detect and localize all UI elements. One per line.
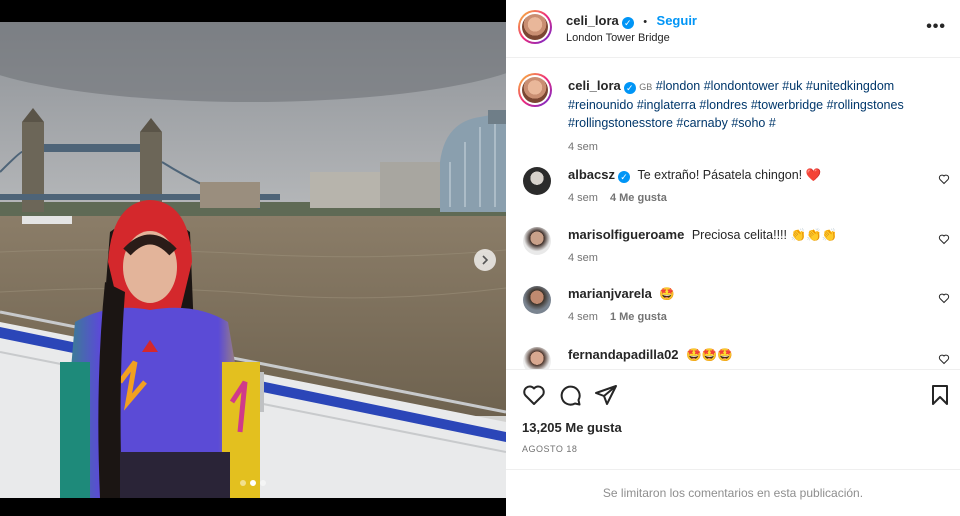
media-panel xyxy=(0,0,506,516)
comment-time: 4 sem xyxy=(568,192,598,204)
carousel-indicator xyxy=(0,480,506,486)
hashtag-link[interactable]: #londres xyxy=(699,98,747,112)
post-actions: 13,205 Me gusta AGOSTO 18 xyxy=(506,369,960,469)
dot-separator: • xyxy=(643,16,648,28)
commenter-avatar[interactable] xyxy=(523,167,551,195)
heart-icon[interactable] xyxy=(938,233,950,245)
verified-badge-icon: ✓ xyxy=(621,17,634,29)
comment-meta: 4 sem 4 Me gusta xyxy=(568,192,667,204)
post-date: AGOSTO 18 xyxy=(522,444,578,454)
caption-avatar[interactable] xyxy=(518,73,552,107)
next-photo-button[interactable] xyxy=(474,249,496,271)
hashtag-link[interactable]: #inglaterra xyxy=(637,98,696,112)
comment-text: 🤩 xyxy=(659,287,675,301)
comment-text: Preciosa celita!!!! 👏👏👏 xyxy=(691,228,838,242)
commenter-avatar[interactable] xyxy=(523,347,551,369)
hashtag-link[interactable]: #london xyxy=(656,79,701,93)
hashtag-link[interactable]: #carnaby xyxy=(676,116,727,130)
caption-text: celi_lora ✓ GB #london #londontower #uk #… xyxy=(568,77,938,156)
hashtag-link[interactable]: #unitedkingdom xyxy=(806,79,894,93)
share-icon[interactable] xyxy=(594,383,618,407)
comment-meta: 4 sem xyxy=(568,252,598,264)
flag-gb: GB xyxy=(639,82,653,92)
author-row: celi_lora ✓ • Seguir xyxy=(566,12,697,30)
commenter-username[interactable]: marianjvarela xyxy=(568,286,652,301)
author-avatar[interactable] xyxy=(518,10,552,44)
carousel-dot xyxy=(240,480,246,486)
caption-username[interactable]: celi_lora xyxy=(568,78,621,93)
comment-meta: 4 sem 1 Me gusta xyxy=(568,311,667,323)
post-photo[interactable] xyxy=(0,22,506,498)
commenter-username[interactable]: marisolfigueroame xyxy=(568,227,684,242)
commenter-username[interactable]: albacsz xyxy=(568,167,615,182)
commenter-avatar[interactable] xyxy=(523,286,551,314)
caption-time: 4 sem xyxy=(568,141,598,153)
carousel-dot-active xyxy=(250,480,256,486)
hashtag-link[interactable]: #soho xyxy=(731,116,765,130)
comment-text: Te extraño! Pásatela chingon! ❤️ xyxy=(637,168,822,182)
bookmark-icon[interactable] xyxy=(928,383,952,407)
likes-count[interactable]: 13,205 Me gusta xyxy=(522,420,622,435)
comments-section: celi_lora ✓ GB #london #londontower #uk #… xyxy=(506,59,960,369)
comment-likes[interactable]: 4 Me gusta xyxy=(610,192,667,204)
heart-icon[interactable] xyxy=(522,383,546,407)
heart-icon[interactable] xyxy=(938,353,950,365)
comment-line: marianjvarela 🤩 xyxy=(568,286,675,302)
comment-time: 4 sem xyxy=(568,311,598,323)
chevron-right-icon xyxy=(482,255,489,265)
hashtag-link[interactable]: # xyxy=(769,116,776,130)
comment-line: fernandapadilla02 🤩🤩🤩 xyxy=(568,347,733,363)
heart-icon[interactable] xyxy=(938,173,950,185)
instagram-post-view: celi_lora ✓ • Seguir London Tower Bridge … xyxy=(0,0,960,516)
comment-likes[interactable]: 1 Me gusta xyxy=(610,311,667,323)
verified-badge-icon: ✓ xyxy=(623,82,636,94)
post-header: celi_lora ✓ • Seguir London Tower Bridge … xyxy=(506,0,960,58)
hashtag-link[interactable]: #rollingstonesstore xyxy=(568,116,673,130)
commenter-avatar[interactable] xyxy=(523,227,551,255)
author-username[interactable]: celi_lora xyxy=(566,13,619,28)
comment-line: albacsz ✓ Te extraño! Pásatela chingon! ❤… xyxy=(568,167,821,183)
comment-icon[interactable] xyxy=(558,383,582,407)
post-details-panel: celi_lora ✓ • Seguir London Tower Bridge … xyxy=(506,0,960,516)
commenter-username[interactable]: fernandapadilla02 xyxy=(568,347,679,362)
carousel-dot xyxy=(260,480,266,486)
comment-time: 4 sem xyxy=(568,252,598,264)
hashtag-link[interactable]: #reinounido xyxy=(568,98,633,112)
comment-line: marisolfigueroame Preciosa celita!!!! 👏👏… xyxy=(568,227,837,243)
comments-limited-notice: Se limitaron los comentarios en esta pub… xyxy=(506,469,960,516)
follow-button[interactable]: Seguir xyxy=(657,13,697,28)
hashtag-link[interactable]: #rollingstones xyxy=(827,98,904,112)
post-location[interactable]: London Tower Bridge xyxy=(566,32,670,44)
comment-text: 🤩🤩🤩 xyxy=(686,348,733,362)
hashtag-link[interactable]: #londontower xyxy=(704,79,779,93)
heart-icon[interactable] xyxy=(938,292,950,304)
verified-badge-icon: ✓ xyxy=(617,171,630,183)
more-options-icon[interactable]: ••• xyxy=(926,18,946,36)
hashtag-link[interactable]: #uk xyxy=(782,79,802,93)
hashtag-link[interactable]: #towerbridge xyxy=(751,98,823,112)
